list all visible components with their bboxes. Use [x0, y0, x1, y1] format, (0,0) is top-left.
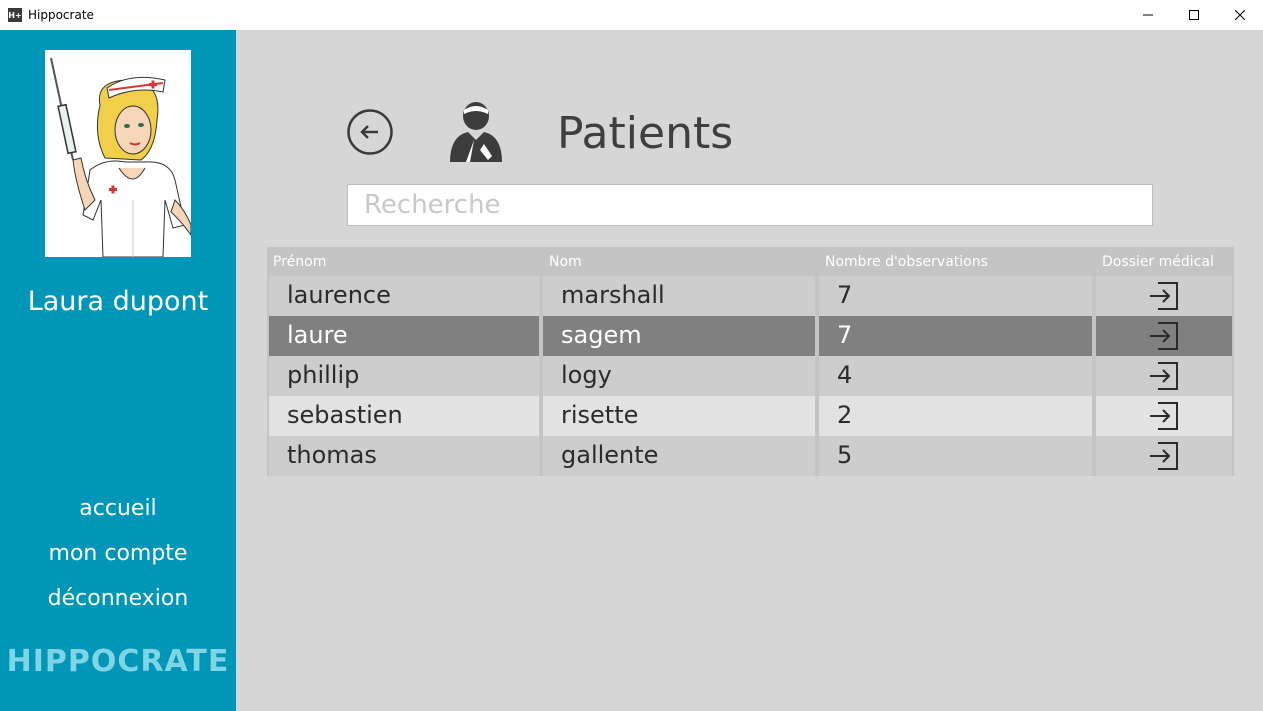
cell-nom: logy — [543, 356, 819, 396]
cell-prenom: thomas — [269, 436, 543, 476]
cell-prenom: laure — [269, 316, 543, 356]
cell-prenom: sebastien — [269, 396, 543, 436]
cell-observations: 5 — [819, 436, 1096, 476]
search-input[interactable] — [347, 184, 1153, 226]
open-record-button[interactable] — [1096, 356, 1234, 396]
maximize-button[interactable] — [1171, 0, 1217, 30]
nurse-illustration — [45, 50, 191, 257]
patient-icon — [444, 100, 508, 164]
open-folder-icon — [1150, 362, 1178, 390]
minimize-icon — [1143, 14, 1153, 16]
open-folder-icon — [1150, 402, 1178, 430]
sidebar: Laura dupont accueil mon compte déconnex… — [0, 30, 236, 711]
page-title: Patients — [557, 108, 734, 159]
nav-accueil[interactable]: accueil — [0, 492, 236, 537]
title-bar: H+ Hippocrate — [0, 0, 1263, 30]
app-window: H+ Hippocrate Laura dupont accueil mon c… — [0, 0, 1263, 711]
open-folder-icon — [1150, 442, 1178, 470]
open-record-button[interactable] — [1096, 396, 1234, 436]
table-row[interactable]: laure sagem 7 — [267, 316, 1234, 356]
cell-prenom: phillip — [269, 356, 543, 396]
column-header-nom[interactable]: Nom — [543, 247, 819, 276]
cell-observations: 7 — [819, 276, 1096, 316]
nav-mon-compte[interactable]: mon compte — [0, 537, 236, 582]
cell-nom: marshall — [543, 276, 819, 316]
app-icon: H+ — [8, 8, 22, 22]
maximize-icon — [1189, 10, 1199, 20]
table-row[interactable]: phillip logy 4 — [267, 356, 1234, 396]
open-folder-icon — [1150, 282, 1178, 310]
cell-observations: 2 — [819, 396, 1096, 436]
close-icon — [1235, 10, 1245, 20]
back-arrow-icon — [347, 109, 393, 155]
column-header-dossier[interactable]: Dossier médical — [1096, 247, 1234, 276]
column-header-prenom[interactable]: Prénom — [267, 247, 543, 276]
cell-observations: 4 — [819, 356, 1096, 396]
close-button[interactable] — [1217, 0, 1263, 30]
user-name: Laura dupont — [27, 286, 209, 317]
nav-deconnexion[interactable]: déconnexion — [0, 582, 236, 627]
open-record-button[interactable] — [1096, 436, 1234, 476]
cell-nom: risette — [543, 396, 819, 436]
table-row[interactable]: laurence marshall 7 — [267, 276, 1234, 316]
open-record-button[interactable] — [1096, 276, 1234, 316]
patients-table: Prénom Nom Nombre d'observations Dossier… — [267, 247, 1234, 476]
open-record-button[interactable] — [1096, 316, 1234, 356]
open-folder-icon — [1150, 322, 1178, 350]
back-button[interactable] — [347, 109, 393, 155]
window-controls — [1125, 0, 1263, 30]
avatar — [45, 50, 191, 257]
table-row[interactable]: thomas gallente 5 — [267, 436, 1234, 476]
table-row[interactable]: sebastien risette 2 — [267, 396, 1234, 436]
cell-prenom: laurence — [269, 276, 543, 316]
column-header-observations[interactable]: Nombre d'observations — [819, 247, 1096, 276]
cell-nom: sagem — [543, 316, 819, 356]
sidebar-nav: accueil mon compte déconnexion — [0, 492, 236, 627]
cell-nom: gallente — [543, 436, 819, 476]
brand-logo: HIPPOCRATE — [6, 644, 230, 679]
cell-observations: 7 — [819, 316, 1096, 356]
minimize-button[interactable] — [1125, 0, 1171, 30]
window-title: Hippocrate — [28, 8, 94, 22]
table-header: Prénom Nom Nombre d'observations Dossier… — [267, 247, 1234, 276]
